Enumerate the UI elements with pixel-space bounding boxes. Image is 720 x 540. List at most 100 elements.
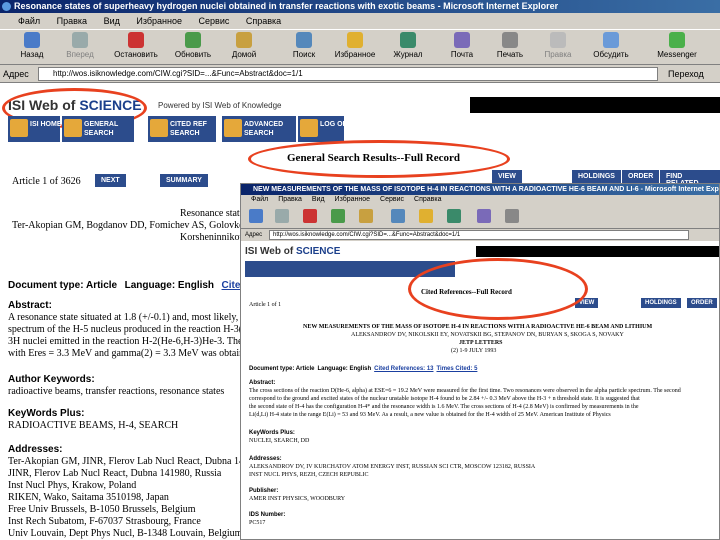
record-authors: Ter-Akopian GM, Bogdanov DD, Fomichev AS… [12, 220, 267, 231]
menu-view[interactable]: Вид [312, 196, 325, 203]
address-label: Адрес [3, 69, 29, 79]
search-icon[interactable] [391, 209, 405, 223]
author-keywords-label: Author Keywords: [8, 374, 95, 385]
stop-icon[interactable] [303, 209, 317, 223]
mail-button[interactable]: Почта [440, 32, 484, 59]
menu-file[interactable]: Файл [18, 16, 40, 26]
highlight-oval-cited-references [408, 258, 588, 320]
logoff-icon [300, 119, 318, 137]
summary-button[interactable]: SUMMARY [160, 174, 208, 187]
article-counter-2: Article 1 of 1 [249, 302, 282, 308]
search-icon [224, 119, 242, 137]
abstract-line: spectrum of the H-5 nucleus produced in … [8, 324, 256, 335]
search-icon [296, 32, 312, 48]
nav-log-off[interactable]: LOG OFF [298, 116, 351, 142]
menu-favorites[interactable]: Избранное [335, 196, 370, 203]
powered-by: Powered by ISI Web of Knowledge [158, 101, 282, 110]
star-icon [347, 32, 363, 48]
holdings-button[interactable]: HOLDINGS [572, 170, 621, 183]
star-icon[interactable] [419, 209, 433, 223]
cited-refs-link-2[interactable]: Cited References: 13 [374, 366, 433, 372]
favorites-button[interactable]: Избранное [328, 32, 382, 59]
address-line: Ter-Akopian GM, JINR, Flerov Lab Nucl Re… [8, 456, 264, 467]
article-counter: Article 1 of 3626 [12, 176, 81, 187]
address-line: INST NUCL PHYS, REZH, CZECH REPUBLIC [249, 472, 369, 478]
refresh-button[interactable]: Обновить [168, 32, 218, 59]
cited-record-journal: JETP LETTERS [459, 340, 503, 346]
history-icon[interactable] [447, 209, 461, 223]
edit-button[interactable]: Правка [536, 32, 580, 59]
menu-favorites[interactable]: Избранное [136, 16, 182, 26]
window2-toolbar [241, 205, 719, 229]
abstract-line: the second state of H-4 has the configur… [249, 404, 639, 410]
stop-button[interactable]: Остановить [108, 32, 164, 59]
window2-title: NEW MEASUREMENTS OF THE MASS OF ISOTOPE … [241, 184, 719, 195]
doc-type-2: Document type: Article Language: English… [249, 366, 478, 372]
menu-tools[interactable]: Сервис [380, 196, 404, 203]
abstract-line: The cross sections of the reaction D(He-… [249, 388, 681, 394]
order-button-2[interactable]: ORDER [687, 298, 717, 308]
times-cited-link[interactable]: Times Cited: 5 [437, 366, 478, 372]
address-bar: Адрес http://wos.isiknowledge.com/CIW.cg… [0, 65, 720, 83]
address-input[interactable]: http://wos.isiknowledge.com/CIW.cgi?SID=… [38, 67, 658, 81]
ie-icon [2, 2, 11, 11]
discuss-icon [603, 32, 619, 48]
address-line: JINR, Flerov Lab Nucl React, Dubna 14198… [8, 468, 222, 479]
cited-record-title: NEW MEASUREMENTS OF THE MASS OF ISOTOPE … [303, 324, 653, 330]
messenger-button[interactable]: Messenger [648, 32, 706, 59]
print-button[interactable]: Печать [488, 32, 532, 59]
next-button[interactable]: NEXT [95, 174, 126, 187]
refresh-icon[interactable] [331, 209, 345, 223]
forward-button[interactable]: Вперед [58, 32, 102, 59]
window-title: Resonance states of superheavy hydrogen … [14, 1, 559, 11]
menu-edit[interactable]: Правка [57, 16, 87, 26]
home-icon[interactable] [359, 209, 373, 223]
go-button[interactable]: Переход [668, 65, 704, 83]
header-black-bar [476, 246, 719, 257]
discuss-button[interactable]: Обсудить [586, 32, 636, 59]
window2-menu: Файл Правка Вид Избранное Сервис Справка [241, 195, 719, 205]
home-icon [236, 32, 252, 48]
cited-record-volume: (2) 1-9 JULY 1993 [451, 348, 497, 354]
nav-advanced-search[interactable]: ADVANCED SEARCH [222, 116, 296, 142]
address-line: Inst Nucl Phys, Krakow, Poland [8, 480, 137, 491]
keywords-plus-label: KeyWords Plus: [8, 408, 85, 419]
address-line: Inst Rech Subatom, F-67037 Strasbourg, F… [8, 516, 201, 527]
keywords-plus-2: NUCLEI, SEARCH, DD [249, 438, 310, 444]
view-button[interactable]: VIEW [492, 170, 522, 183]
highlight-oval-results-title [248, 140, 510, 178]
mail-icon[interactable] [477, 209, 491, 223]
order-button[interactable]: ORDER [622, 170, 660, 183]
back-arrow-icon [24, 32, 40, 48]
nav-isi-home[interactable]: ISI HOME [8, 116, 62, 142]
forward-arrow-icon[interactable] [275, 209, 289, 223]
publisher-label: Publisher: [249, 488, 279, 494]
menu-help[interactable]: Справка [246, 16, 281, 26]
nav-general-search[interactable]: GENERAL SEARCH [62, 116, 134, 142]
menu-help[interactable]: Справка [414, 196, 441, 203]
search-icon [150, 119, 168, 137]
menu-view[interactable]: Вид [104, 16, 120, 26]
menu-file[interactable]: Файл [251, 196, 268, 203]
address-label: Адрес [245, 232, 263, 238]
ids-label: IDS Number: [249, 512, 286, 518]
abstract-label-2: Abstract: [249, 380, 276, 386]
ids-number: PC517 [249, 520, 266, 526]
cited-record-authors: ALEKSANDROV DV, NIKOLSKII EY, NOVATSKII … [351, 332, 624, 338]
menu-tools[interactable]: Сервис [199, 16, 230, 26]
nav-cited-ref-search[interactable]: CITED REF SEARCH [148, 116, 216, 142]
search-icon [64, 119, 82, 137]
abstract-label: Abstract: [8, 300, 52, 311]
menu-bar: Файл Правка Вид Избранное Сервис Справка [0, 13, 720, 29]
window2-address-input[interactable]: http://wos.isiknowledge.com/CIW.cgi?SID=… [269, 230, 689, 240]
home-button[interactable]: Домой [222, 32, 266, 59]
search-button[interactable]: Поиск [282, 32, 326, 59]
addresses-label-2: Addresses: [249, 456, 282, 462]
mail-icon [454, 32, 470, 48]
history-button[interactable]: Журнал [386, 32, 430, 59]
back-button[interactable]: Назад [10, 32, 54, 59]
holdings-button-2[interactable]: HOLDINGS [641, 298, 681, 308]
back-arrow-icon[interactable] [249, 209, 263, 223]
printer-icon[interactable] [505, 209, 519, 223]
menu-edit[interactable]: Правка [278, 196, 302, 203]
